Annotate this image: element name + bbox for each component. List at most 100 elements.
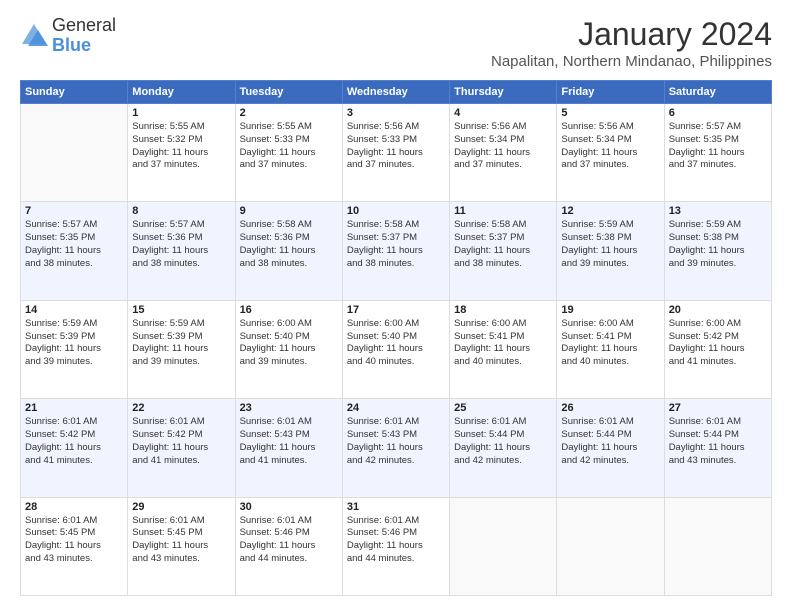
- calendar-cell: 3 Sunrise: 5:56 AM Sunset: 5:33 PM Daylig…: [342, 104, 449, 202]
- calendar-cell: 22 Sunrise: 6:01 AM Sunset: 5:42 PM Dayli…: [128, 399, 235, 497]
- day-info: Sunrise: 6:00 AM Sunset: 5:40 PM Dayligh…: [240, 318, 338, 369]
- calendar-cell: 19 Sunrise: 6:00 AM Sunset: 5:41 PM Dayli…: [557, 300, 664, 398]
- calendar-day-header: Friday: [557, 81, 664, 104]
- day-info: Sunrise: 5:55 AM Sunset: 5:32 PM Dayligh…: [132, 121, 230, 172]
- calendar-week-row: 1 Sunrise: 5:55 AM Sunset: 5:32 PM Daylig…: [21, 104, 772, 202]
- day-number: 22: [132, 402, 230, 414]
- calendar-cell: 29 Sunrise: 6:01 AM Sunset: 5:45 PM Dayli…: [128, 497, 235, 595]
- day-number: 2: [240, 107, 338, 119]
- calendar-cell: 8 Sunrise: 5:57 AM Sunset: 5:36 PM Daylig…: [128, 202, 235, 300]
- calendar-cell: 2Sunrise: 5:55 AM Sunset: 5:33 PM Daylig…: [235, 104, 342, 202]
- day-number: 31: [347, 501, 445, 513]
- day-number: 26: [561, 402, 659, 414]
- calendar-cell: 23 Sunrise: 6:01 AM Sunset: 5:43 PM Dayli…: [235, 399, 342, 497]
- calendar-cell: [21, 104, 128, 202]
- day-info: Sunrise: 5:59 AM Sunset: 5:39 PM Dayligh…: [25, 318, 123, 369]
- day-number: 28: [25, 501, 123, 513]
- day-number: 29: [132, 501, 230, 513]
- day-number: 6: [669, 107, 767, 119]
- calendar-cell: 13 Sunrise: 5:59 AM Sunset: 5:38 PM Dayli…: [664, 202, 771, 300]
- day-info: Sunrise: 6:01 AM Sunset: 5:45 PM Dayligh…: [132, 515, 230, 566]
- calendar-cell: 16Sunrise: 6:00 AM Sunset: 5:40 PM Dayli…: [235, 300, 342, 398]
- calendar-cell: 4 Sunrise: 5:56 AM Sunset: 5:34 PM Daylig…: [450, 104, 557, 202]
- calendar-cell: 15Sunrise: 5:59 AM Sunset: 5:39 PM Dayli…: [128, 300, 235, 398]
- day-number: 21: [25, 402, 123, 414]
- calendar-header-row: SundayMondayTuesdayWednesdayThursdayFrid…: [21, 81, 772, 104]
- calendar-cell: 24 Sunrise: 6:01 AM Sunset: 5:43 PM Dayli…: [342, 399, 449, 497]
- day-number: 15: [132, 304, 230, 316]
- day-number: 20: [669, 304, 767, 316]
- day-number: 11: [454, 205, 552, 217]
- logo-general: General: [52, 16, 116, 36]
- day-number: 25: [454, 402, 552, 414]
- day-number: 13: [669, 205, 767, 217]
- title-block: January 2024 Napalitan, Northern Mindana…: [491, 16, 772, 70]
- day-info: Sunrise: 6:01 AM Sunset: 5:45 PM Dayligh…: [25, 515, 123, 566]
- day-info: Sunrise: 6:01 AM Sunset: 5:44 PM Dayligh…: [669, 416, 767, 467]
- calendar-cell: [450, 497, 557, 595]
- day-info: Sunrise: 5:58 AM Sunset: 5:37 PM Dayligh…: [347, 219, 445, 270]
- calendar-cell: 17Sunrise: 6:00 AM Sunset: 5:40 PM Dayli…: [342, 300, 449, 398]
- day-number: 18: [454, 304, 552, 316]
- day-number: 3: [347, 107, 445, 119]
- calendar-cell: 5Sunrise: 5:56 AM Sunset: 5:34 PM Daylig…: [557, 104, 664, 202]
- calendar-day-header: Monday: [128, 81, 235, 104]
- calendar-cell: [557, 497, 664, 595]
- day-number: 1: [132, 107, 230, 119]
- calendar-week-row: 28 Sunrise: 6:01 AM Sunset: 5:45 PM Dayli…: [21, 497, 772, 595]
- logo-text: General Blue: [52, 16, 116, 56]
- day-number: 7: [25, 205, 123, 217]
- day-info: Sunrise: 6:00 AM Sunset: 5:42 PM Dayligh…: [669, 318, 767, 369]
- calendar-cell: 9Sunrise: 5:58 AM Sunset: 5:36 PM Daylig…: [235, 202, 342, 300]
- day-info: Sunrise: 5:56 AM Sunset: 5:33 PM Dayligh…: [347, 121, 445, 172]
- day-number: 24: [347, 402, 445, 414]
- calendar-day-header: Tuesday: [235, 81, 342, 104]
- logo-icon: [20, 22, 48, 50]
- subtitle: Napalitan, Northern Mindanao, Philippine…: [491, 53, 772, 70]
- day-number: 19: [561, 304, 659, 316]
- calendar-cell: [664, 497, 771, 595]
- calendar-cell: 11 Sunrise: 5:58 AM Sunset: 5:37 PM Dayli…: [450, 202, 557, 300]
- day-info: Sunrise: 6:00 AM Sunset: 5:41 PM Dayligh…: [561, 318, 659, 369]
- calendar-week-row: 14Sunrise: 5:59 AM Sunset: 5:39 PM Dayli…: [21, 300, 772, 398]
- day-info: Sunrise: 6:01 AM Sunset: 5:42 PM Dayligh…: [132, 416, 230, 467]
- day-info: Sunrise: 6:01 AM Sunset: 5:43 PM Dayligh…: [240, 416, 338, 467]
- day-info: Sunrise: 5:58 AM Sunset: 5:37 PM Dayligh…: [454, 219, 552, 270]
- main-title: January 2024: [491, 16, 772, 53]
- day-info: Sunrise: 6:01 AM Sunset: 5:44 PM Dayligh…: [454, 416, 552, 467]
- calendar-cell: 7 Sunrise: 5:57 AM Sunset: 5:35 PM Daylig…: [21, 202, 128, 300]
- logo: General Blue: [20, 16, 116, 56]
- calendar-cell: 27 Sunrise: 6:01 AM Sunset: 5:44 PM Dayli…: [664, 399, 771, 497]
- calendar-day-header: Sunday: [21, 81, 128, 104]
- calendar-day-header: Thursday: [450, 81, 557, 104]
- calendar-cell: 25 Sunrise: 6:01 AM Sunset: 5:44 PM Dayli…: [450, 399, 557, 497]
- calendar-week-row: 21 Sunrise: 6:01 AM Sunset: 5:42 PM Dayli…: [21, 399, 772, 497]
- calendar-cell: 20 Sunrise: 6:00 AM Sunset: 5:42 PM Dayli…: [664, 300, 771, 398]
- header: General Blue January 2024 Napalitan, Nor…: [20, 16, 772, 70]
- logo-blue: Blue: [52, 36, 116, 56]
- calendar-cell: 12Sunrise: 5:59 AM Sunset: 5:38 PM Dayli…: [557, 202, 664, 300]
- day-info: Sunrise: 6:00 AM Sunset: 5:40 PM Dayligh…: [347, 318, 445, 369]
- day-number: 9: [240, 205, 338, 217]
- day-info: Sunrise: 5:59 AM Sunset: 5:38 PM Dayligh…: [669, 219, 767, 270]
- day-info: Sunrise: 5:57 AM Sunset: 5:36 PM Dayligh…: [132, 219, 230, 270]
- calendar-day-header: Wednesday: [342, 81, 449, 104]
- day-info: Sunrise: 6:01 AM Sunset: 5:46 PM Dayligh…: [240, 515, 338, 566]
- day-info: Sunrise: 5:56 AM Sunset: 5:34 PM Dayligh…: [454, 121, 552, 172]
- calendar-cell: 31Sunrise: 6:01 AM Sunset: 5:46 PM Dayli…: [342, 497, 449, 595]
- calendar-day-header: Saturday: [664, 81, 771, 104]
- day-number: 8: [132, 205, 230, 217]
- day-number: 27: [669, 402, 767, 414]
- calendar-cell: 14Sunrise: 5:59 AM Sunset: 5:39 PM Dayli…: [21, 300, 128, 398]
- calendar-cell: 1 Sunrise: 5:55 AM Sunset: 5:32 PM Daylig…: [128, 104, 235, 202]
- calendar-cell: 30Sunrise: 6:01 AM Sunset: 5:46 PM Dayli…: [235, 497, 342, 595]
- day-number: 4: [454, 107, 552, 119]
- calendar-table: SundayMondayTuesdayWednesdayThursdayFrid…: [20, 80, 772, 596]
- calendar-cell: 18Sunrise: 6:00 AM Sunset: 5:41 PM Dayli…: [450, 300, 557, 398]
- calendar-cell: 6Sunrise: 5:57 AM Sunset: 5:35 PM Daylig…: [664, 104, 771, 202]
- day-number: 23: [240, 402, 338, 414]
- day-info: Sunrise: 6:01 AM Sunset: 5:43 PM Dayligh…: [347, 416, 445, 467]
- day-number: 12: [561, 205, 659, 217]
- calendar-cell: 10Sunrise: 5:58 AM Sunset: 5:37 PM Dayli…: [342, 202, 449, 300]
- day-info: Sunrise: 5:57 AM Sunset: 5:35 PM Dayligh…: [25, 219, 123, 270]
